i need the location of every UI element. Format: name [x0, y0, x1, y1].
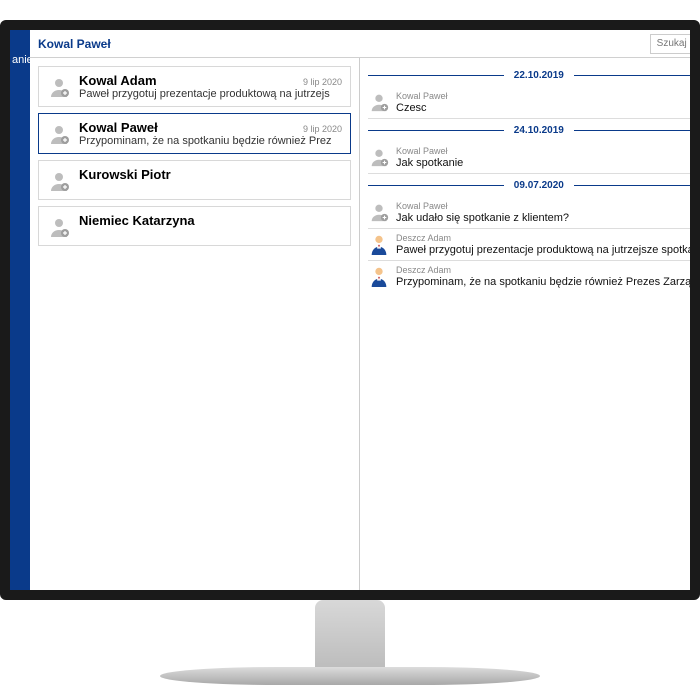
search-input[interactable]	[650, 34, 700, 54]
message-text: Przypominam, że na spotkaniu będzie równ…	[396, 276, 700, 288]
contact-name: Kowal Paweł	[79, 120, 158, 135]
date-label: 09.07.2020	[504, 180, 574, 191]
message-text: Czesc	[396, 102, 700, 114]
sidebar-item[interactable]: anie	[10, 54, 30, 66]
date-label: 24.10.2019	[504, 125, 574, 136]
date-divider: 09.07.2020	[368, 180, 700, 191]
message-text: Jak udało się spotkanie z klientem?	[396, 212, 700, 224]
message-row: Kowal PawełJak spotkanie	[368, 142, 700, 174]
message-author: Deszcz Adam	[396, 265, 700, 275]
message-row: Deszcz AdamPrzypominam, że na spotkaniu …	[368, 261, 700, 292]
contact-item[interactable]: Kurowski Piotr	[38, 160, 351, 200]
message-author: Kowal Paweł	[396, 91, 700, 101]
monitor-base	[160, 667, 540, 685]
message-row: Kowal PawełCzesc	[368, 87, 700, 119]
page-title: Kowal Paweł	[38, 37, 111, 51]
date-divider: 24.10.2019	[368, 125, 700, 136]
person-icon	[368, 146, 390, 168]
person-icon	[47, 122, 71, 146]
message-row: Deszcz AdamPaweł przygotuj prezentacje p…	[368, 229, 700, 261]
date-divider: 22.10.2019	[368, 70, 700, 81]
header: Kowal Paweł	[30, 30, 700, 58]
contact-date: 9 lip 2020	[303, 77, 342, 87]
content: Kowal Adam9 lip 2020Paweł przygotuj prez…	[30, 58, 700, 590]
message-text: Paweł przygotuj prezentacje produktową n…	[396, 244, 700, 256]
app-root: anie Kowal Paweł Kowal Adam9 lip 2020Paw…	[10, 30, 690, 590]
main-area: Kowal Paweł Kowal Adam9 lip 2020Paweł pr…	[30, 30, 700, 590]
monitor-screen: anie Kowal Paweł Kowal Adam9 lip 2020Paw…	[0, 20, 700, 600]
contact-date: 9 lip 2020	[303, 124, 342, 134]
message-row: Kowal PawełJak udało się spotkanie z kli…	[368, 197, 700, 229]
person-icon	[47, 215, 71, 239]
date-label: 22.10.2019	[504, 70, 574, 81]
monitor-stand	[315, 600, 385, 670]
person-icon	[368, 91, 390, 113]
avatar-icon	[368, 233, 390, 255]
contact-preview: Paweł przygotuj prezentacje produktową n…	[79, 88, 342, 100]
message-author: Kowal Paweł	[396, 146, 700, 156]
contact-list: Kowal Adam9 lip 2020Paweł przygotuj prez…	[30, 58, 360, 590]
contact-preview: Przypominam, że na spotkaniu będzie równ…	[79, 135, 342, 147]
conversation-pane: 22.10.2019Kowal PawełCzesc24.10.2019Kowa…	[360, 58, 700, 590]
contact-name: Niemiec Katarzyna	[79, 213, 195, 228]
contact-item[interactable]: Niemiec Katarzyna	[38, 206, 351, 246]
contact-name: Kowal Adam	[79, 73, 157, 88]
avatar-icon	[368, 265, 390, 287]
person-icon	[368, 201, 390, 223]
person-icon	[47, 169, 71, 193]
message-author: Kowal Paweł	[396, 201, 700, 211]
sidebar: anie	[10, 30, 30, 590]
contact-item[interactable]: Kowal Adam 9 lip 2020Paweł przygotuj prez…	[38, 66, 351, 107]
contact-name: Kurowski Piotr	[79, 167, 171, 182]
message-text: Jak spotkanie	[396, 157, 700, 169]
person-icon	[47, 75, 71, 99]
message-author: Deszcz Adam	[396, 233, 700, 243]
contact-item[interactable]: Kowal Paweł 9 lip 2020Przypominam, że na …	[38, 113, 351, 154]
